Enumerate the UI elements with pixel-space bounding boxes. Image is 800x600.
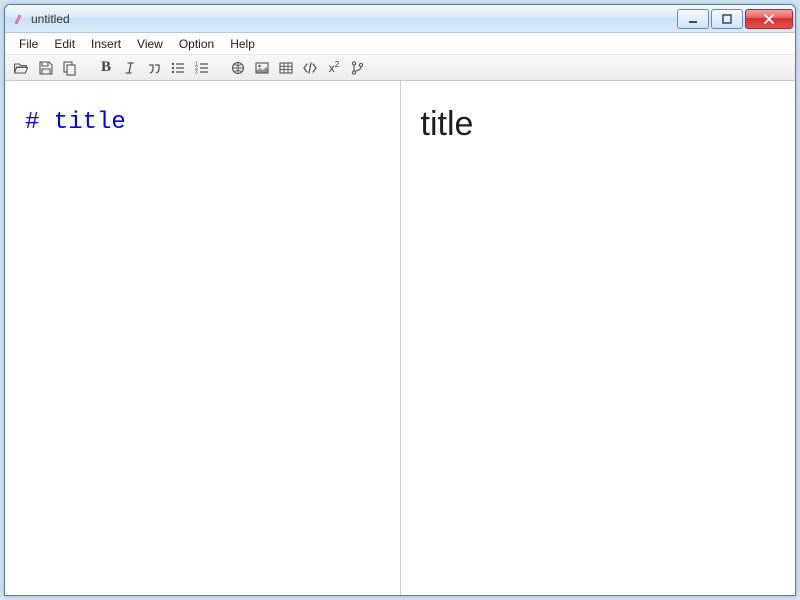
save-icon <box>38 60 54 76</box>
superscript-button[interactable]: x2 <box>323 57 345 79</box>
link-button[interactable] <box>227 57 249 79</box>
bold-icon: B <box>101 59 111 76</box>
unordered-list-button[interactable] <box>167 57 189 79</box>
app-icon <box>11 11 27 27</box>
copy-icon <box>62 60 78 76</box>
branch-icon <box>350 60 366 76</box>
toolbar: B 123 x2 <box>5 55 795 81</box>
menubar: File Edit Insert View Option Help <box>5 33 795 55</box>
quote-icon <box>146 60 162 76</box>
open-file-button[interactable] <box>11 57 33 79</box>
folder-open-icon <box>14 60 30 76</box>
save-button[interactable] <box>35 57 57 79</box>
italic-icon <box>122 60 138 76</box>
app-window: untitled File Edit Insert View Option He… <box>4 4 796 596</box>
editor-text: # title <box>25 109 126 136</box>
image-icon <box>254 60 270 76</box>
list-ol-icon: 123 <box>194 60 210 76</box>
window-title: untitled <box>31 12 675 26</box>
branch-button[interactable] <box>347 57 369 79</box>
table-icon <box>278 60 294 76</box>
code-button[interactable] <box>299 57 321 79</box>
bold-button[interactable]: B <box>95 57 117 79</box>
italic-button[interactable] <box>119 57 141 79</box>
menu-help[interactable]: Help <box>222 35 263 53</box>
copy-button[interactable] <box>59 57 81 79</box>
preview-pane: title <box>401 81 796 595</box>
editor-pane[interactable]: # title <box>5 81 401 595</box>
menu-view[interactable]: View <box>129 35 171 53</box>
preview-heading: title <box>421 105 776 144</box>
titlebar[interactable]: untitled <box>5 5 795 33</box>
ordered-list-button[interactable]: 123 <box>191 57 213 79</box>
table-button[interactable] <box>275 57 297 79</box>
menu-insert[interactable]: Insert <box>83 35 129 53</box>
close-button[interactable] <box>745 9 793 29</box>
window-controls <box>675 9 793 29</box>
content-area: # title title <box>5 81 795 595</box>
superscript-icon: x2 <box>329 60 339 75</box>
menu-edit[interactable]: Edit <box>46 35 83 53</box>
toolbar-separator <box>83 58 93 78</box>
maximize-button[interactable] <box>711 9 743 29</box>
svg-text:3: 3 <box>195 69 198 75</box>
toolbar-separator <box>215 58 225 78</box>
quote-button[interactable] <box>143 57 165 79</box>
globe-icon <box>230 60 246 76</box>
list-ul-icon <box>170 60 186 76</box>
menu-file[interactable]: File <box>11 35 46 53</box>
minimize-button[interactable] <box>677 9 709 29</box>
image-button[interactable] <box>251 57 273 79</box>
code-icon <box>302 60 318 76</box>
menu-option[interactable]: Option <box>171 35 222 53</box>
